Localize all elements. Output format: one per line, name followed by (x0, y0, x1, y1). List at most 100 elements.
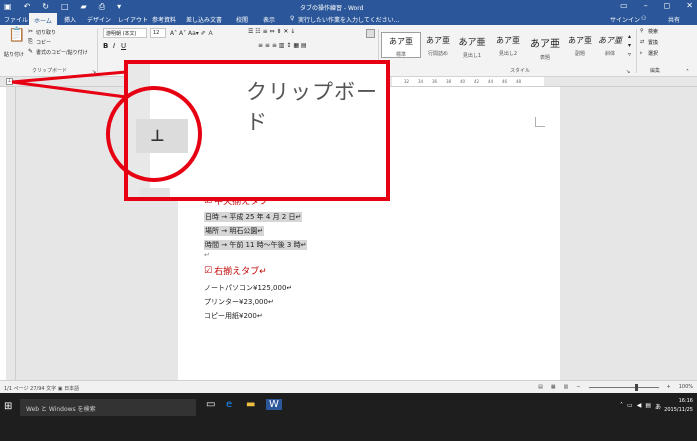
ruler-number: 42 (474, 79, 480, 84)
bold-icon[interactable]: B (103, 42, 108, 50)
zoom-level[interactable]: 100% (679, 384, 693, 390)
tab-references[interactable]: 参考資料 (152, 15, 176, 24)
style-normal[interactable]: あア亜 標準 (381, 32, 421, 58)
share-icon[interactable]: ⚇ (641, 15, 646, 22)
style-heading2[interactable]: あア亜 見出し2 (488, 32, 528, 58)
ruler-number: 34 (418, 79, 424, 84)
network-icon[interactable]: ▭ (627, 402, 633, 411)
format-painter-button[interactable]: 書式のコピー/貼り付け (36, 49, 88, 56)
document-line[interactable]: 日時 → 平成 25 年 4 月 2 日↵ (204, 212, 303, 222)
empty-paragraph-mark[interactable]: ↵ (204, 251, 210, 259)
styles-launcher-icon[interactable]: ↘ (626, 69, 630, 75)
tab-mailings[interactable]: 差し込み文書 (186, 15, 222, 24)
italic-icon[interactable]: I (113, 42, 115, 50)
new-document-icon[interactable]: □ (61, 2, 69, 12)
volume-icon[interactable]: ◀ (637, 402, 642, 411)
cut-icon[interactable]: ✂ (28, 28, 33, 35)
word-count[interactable]: 27/94 文字 (30, 386, 56, 392)
edge-icon[interactable]: e (226, 399, 232, 410)
zoom-out-icon[interactable]: − (576, 384, 580, 390)
tab-design[interactable]: デザイン (87, 15, 111, 24)
tab-file[interactable]: ファイル (4, 15, 28, 24)
paste-button[interactable]: 貼り付け (4, 51, 24, 58)
zoom-in-icon[interactable]: + (667, 384, 671, 390)
task-view-icon[interactable]: ▭ (206, 399, 215, 410)
font-grow-icon[interactable]: A˄ A˅ Aa▾ ✐ Ａ (170, 28, 214, 37)
find-button[interactable]: 検索 (648, 28, 658, 35)
font-name-select[interactable]: 游明朝 (本文( (103, 28, 147, 38)
save-icon[interactable]: ▣ (4, 2, 12, 12)
tell-me-input[interactable]: 実行したい作業を入力してください... (298, 15, 399, 24)
page-count[interactable]: 1/1 ページ (4, 386, 29, 392)
copy-icon[interactable]: ⎘ (28, 38, 33, 46)
paragraph-mark-icon[interactable] (366, 29, 375, 38)
windows-start-icon[interactable]: ⊞ (4, 401, 12, 412)
select-icon[interactable]: ▹ (640, 50, 643, 56)
document-line[interactable]: 場所 → 明石公園↵ (204, 226, 265, 236)
style-sample: あア亜 (496, 36, 520, 45)
maximize-icon[interactable]: ◻ (664, 1, 671, 10)
tab-selector-icon[interactable]: ⊥ (6, 78, 13, 85)
replace-icon[interactable]: ⇄ (640, 39, 644, 45)
select-button[interactable]: 選択 (648, 50, 658, 57)
collapse-ribbon-icon[interactable]: ˄ (686, 69, 689, 76)
tab-view[interactable]: 表示 (263, 15, 275, 24)
taskbar-search-box[interactable]: Web と Windows を検索 (20, 399, 196, 416)
tab-home[interactable]: ホーム (29, 13, 57, 25)
align-icon[interactable]: ≡ ≡ ≡ ▥ ↕ ▦ ▤ (258, 42, 307, 49)
read-mode-icon[interactable]: ▤ (538, 384, 543, 390)
tab-insert[interactable]: 挿入 (64, 15, 76, 24)
tab-review[interactable]: 校閲 (236, 15, 248, 24)
print-layout-icon[interactable]: ▦ (551, 384, 556, 390)
paste-icon[interactable]: 📋 (8, 27, 25, 43)
minimize-icon[interactable]: – (644, 1, 648, 10)
replace-button[interactable]: 置換 (648, 39, 658, 46)
ruler-number: 46 (502, 79, 508, 84)
word-taskbar-icon[interactable]: W (266, 399, 282, 410)
style-emphasis[interactable]: あア亜 斜体 (590, 32, 630, 58)
copy-button[interactable]: コピー (36, 39, 51, 46)
qat-dropdown-icon[interactable]: ▾ (117, 2, 121, 12)
zoom-slider[interactable] (588, 383, 659, 391)
cut-button[interactable]: 切り取り (36, 29, 56, 36)
styles-scroll-icon[interactable]: ▴ ▾ ▿ (628, 32, 631, 59)
style-sample: あア亜 (458, 38, 486, 48)
language[interactable]: 日本語 (64, 386, 79, 392)
lightbulb-icon[interactable]: ♀ (290, 15, 294, 22)
window-controls: ▭ – ◻ ✕ (620, 1, 693, 10)
style-heading1[interactable]: あア亜 見出し1 (452, 32, 492, 59)
share-button[interactable]: 共有 (668, 15, 680, 24)
heading-text: 右揃えタブ↵ (214, 267, 267, 277)
zoom-slider-knob[interactable] (634, 383, 638, 391)
document-line[interactable]: コピー用紙¥200↵ (204, 311, 263, 321)
underline-icon[interactable]: U (121, 42, 126, 50)
ribbon-display-icon[interactable]: ▭ (620, 1, 628, 10)
style-title[interactable]: あア亜 表題 (525, 32, 565, 61)
font-size-select[interactable]: 12 (150, 28, 166, 38)
document-line[interactable]: プリンター¥23,000↵ (204, 297, 274, 307)
heading-right-tab[interactable]: ☑ 右揃えタブ↵ (204, 264, 267, 278)
tray-up-icon[interactable]: ˄ (620, 402, 623, 411)
find-icon[interactable]: ⚲ (640, 28, 644, 34)
close-icon[interactable]: ✕ (686, 1, 693, 10)
proofing-icon[interactable]: ▣ (58, 386, 63, 392)
web-layout-icon[interactable]: ▥ (564, 384, 569, 390)
taskbar-clock[interactable]: 16:16 2015/11/25 (664, 397, 693, 415)
document-line[interactable]: 時間 → 午前 11 時～午後 3 時↵ (204, 240, 308, 250)
document-line[interactable]: ノートパソコン¥125,000↵ (204, 283, 292, 293)
ime-mode-icon[interactable]: ▤ (645, 402, 651, 411)
vertical-ruler[interactable] (6, 87, 16, 380)
redo-icon[interactable]: ↻ (42, 2, 49, 12)
format-painter-icon[interactable]: ✎ (28, 48, 33, 55)
tab-layout[interactable]: レイアウト (118, 15, 148, 24)
bullets-icon[interactable]: ☰ ☷ ≡ ⇔ ⇟ ✕ ↓ (248, 28, 295, 35)
clipboard-launcher-icon[interactable]: ↘ (92, 69, 96, 75)
signin-link[interactable]: サインイン (610, 15, 640, 24)
ime-indicator[interactable]: あ (655, 402, 661, 411)
undo-icon[interactable]: ↶ (24, 2, 31, 12)
ruler-text-area (392, 77, 544, 86)
status-left: 1/1 ページ 27/94 文字 ▣ 日本語 (4, 385, 79, 392)
print-preview-icon[interactable]: ⎙ (99, 2, 105, 12)
explorer-icon[interactable]: ▬ (246, 399, 255, 410)
open-icon[interactable]: ▰ (81, 2, 87, 12)
